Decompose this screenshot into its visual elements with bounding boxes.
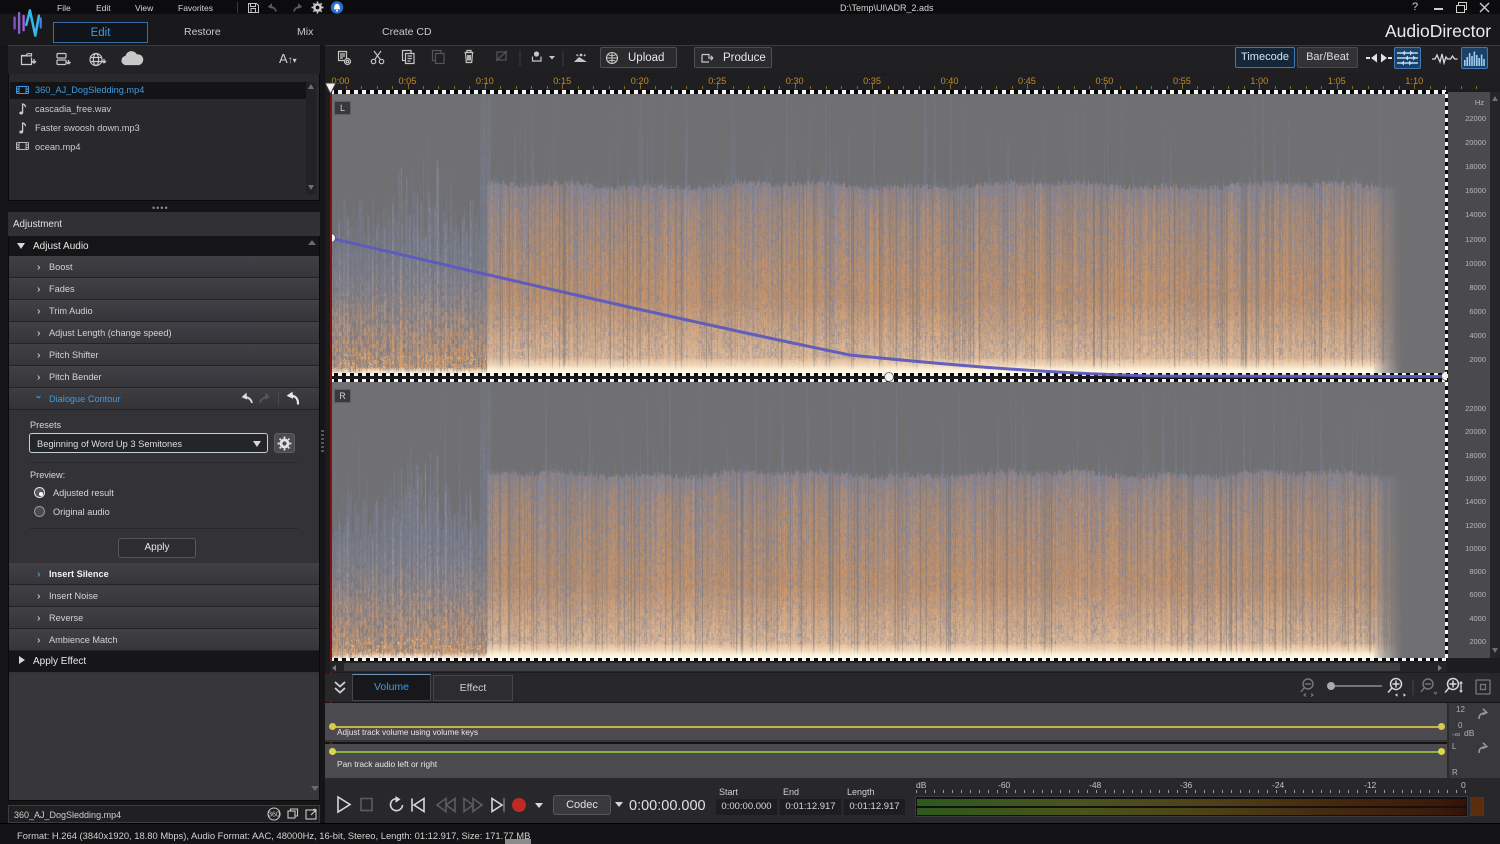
svg-text:360: 360	[268, 812, 280, 819]
